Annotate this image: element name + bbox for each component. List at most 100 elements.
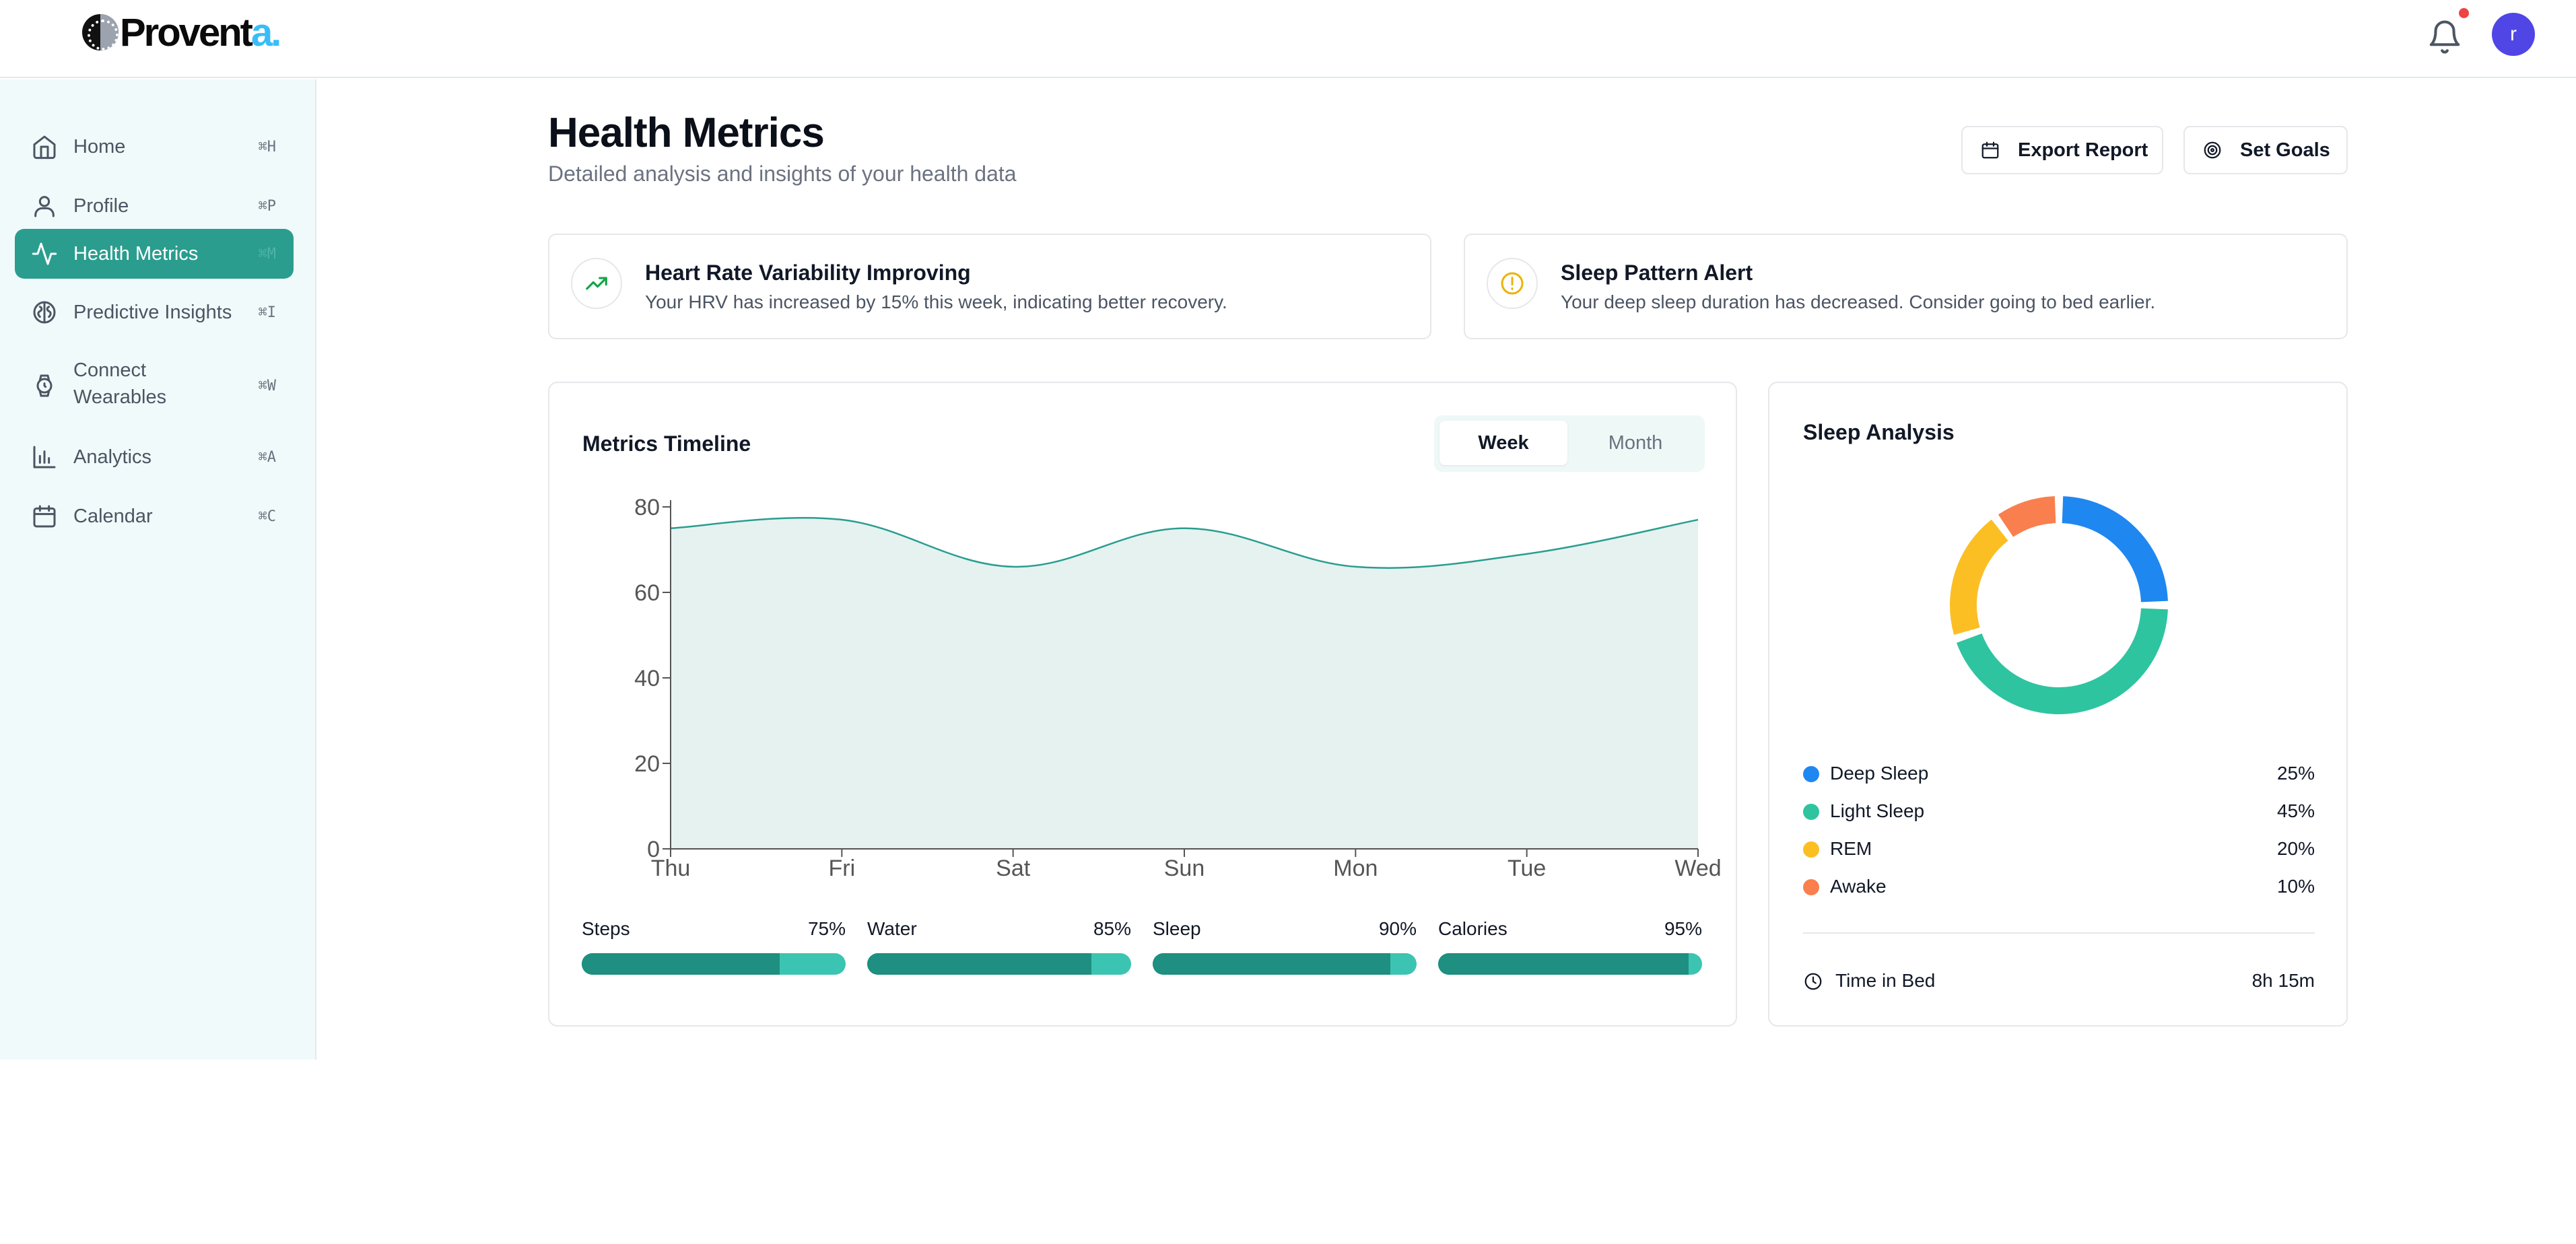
alert-message: Your deep sleep duration has decreased. … [1561, 291, 2156, 312]
x-tick-label: Sat [996, 856, 1031, 881]
sidebar-item-label: Predictive Insights [73, 302, 232, 323]
brand-name-main: Provent [120, 10, 253, 55]
metrics-timeline-card: Metrics Timeline Week Month 80 60 40 20 0 Thu… [548, 382, 1737, 1027]
y-tick-label: 20 [634, 751, 660, 777]
brand-name-accent: a. [250, 10, 281, 55]
legend-deep-sleep: Deep Sleep 25% [1803, 760, 2315, 787]
time-in-bed-label: Time in Bed [1835, 970, 1936, 991]
page-title: Health Metrics [548, 110, 825, 156]
watch-icon [36, 374, 53, 397]
sidebar: Home ⌘H Profile ⌘P Health Metrics ⌘M Pre… [0, 79, 316, 1060]
shortcut-hint: ⌘A [258, 449, 277, 466]
x-tick-label: Fri [829, 856, 856, 881]
sidebar-item-label: Health Metrics [73, 243, 199, 265]
progress-fill [582, 953, 780, 975]
export-report-button[interactable]: Export Report [1961, 126, 2163, 174]
brand-logo[interactable]: Proventa. [82, 10, 281, 55]
alert-icon-circle [571, 258, 622, 309]
alert-card-sleep: Sleep Pattern Alert Your deep sleep dura… [1464, 234, 2348, 339]
activity-icon [32, 242, 57, 265]
legend-value: 25% [2276, 763, 2315, 784]
brain-logo-icon [82, 14, 118, 50]
sidebar-item-label: Analytics [73, 446, 152, 468]
target-icon [2204, 141, 2221, 159]
legend-value: 45% [2276, 800, 2315, 821]
y-tick-label: 80 [634, 495, 660, 520]
sidebar-item-health-metrics[interactable]: Health Metrics ⌘M [15, 229, 294, 279]
alert-message: Your HRV has increased by 15% this week,… [645, 291, 1227, 312]
avatar[interactable]: r [2492, 13, 2535, 56]
legend-label: Deep Sleep [1830, 763, 1929, 784]
legend-value: 10% [2276, 876, 2315, 897]
progress-label: Calories [1438, 918, 1507, 939]
progress-label: Sleep [1153, 918, 1201, 939]
set-goals-button[interactable]: Set Goals [2183, 126, 2348, 174]
time-in-bed-row: Time in Bed 8h 15m [1803, 967, 2315, 994]
legend-value: 20% [2276, 838, 2315, 859]
avatar-initial: r [2510, 23, 2517, 45]
shortcut-hint: ⌘I [258, 304, 277, 321]
sleep-analysis-card: Sleep Analysis Deep Sleep 25% Light Slee… [1768, 382, 2348, 1027]
home-icon [33, 135, 56, 160]
alert-title: Heart Rate Variability Improving [645, 261, 971, 285]
progress-track [1153, 953, 1417, 975]
set-goals-label: Set Goals [2240, 139, 2330, 161]
y-tick-label: 40 [634, 666, 660, 691]
legend-awake: Awake 10% [1803, 873, 2315, 900]
legend-light-sleep: Light Sleep 45% [1803, 798, 2315, 825]
shortcut-hint: ⌘C [258, 508, 277, 525]
legend-rem: REM 20% [1803, 835, 2315, 862]
sleep-donut-chart [1950, 496, 2168, 714]
bar-chart-icon [33, 446, 56, 469]
trending-up-icon [586, 277, 607, 290]
shortcut-hint: ⌘M [258, 246, 277, 263]
legend-dot [1803, 804, 1819, 820]
progress-value: 90% [1378, 918, 1417, 939]
alert-circle-icon [1501, 272, 1524, 295]
sidebar-item-calendar[interactable]: Calendar ⌘C [15, 489, 294, 543]
sidebar-item-label: Connect Wearables [73, 359, 167, 408]
sidebar-item-home[interactable]: Home ⌘H [15, 120, 294, 174]
notification-badge [2459, 8, 2469, 18]
series-area [671, 518, 1698, 849]
sidebar-item-predictive-insights[interactable]: Predictive Insights ⌘I [15, 285, 294, 339]
page-subtitle: Detailed analysis and insights of your h… [548, 162, 1017, 186]
donut-slice-rem [1950, 519, 2008, 635]
sidebar-item-label: Calendar [73, 506, 153, 527]
user-icon [34, 196, 55, 217]
shortcut-hint: ⌘P [258, 198, 277, 215]
legend-label: Light Sleep [1830, 800, 1925, 821]
y-tick-label: 60 [634, 580, 660, 606]
sidebar-item-connect-wearables[interactable]: Connect Wearables ⌘W [15, 349, 294, 423]
alert-icon-circle [1487, 258, 1538, 309]
shortcut-hint: ⌘W [258, 378, 277, 394]
brand-name: Proventa. [120, 10, 281, 55]
legend-dot [1803, 841, 1819, 858]
calendar-icon [1981, 141, 1999, 159]
x-tick-label: Mon [1333, 856, 1378, 881]
progress-track [1438, 953, 1702, 975]
legend-label: REM [1830, 838, 1872, 859]
donut-slice-light-sleep [1956, 608, 2168, 714]
sidebar-item-profile[interactable]: Profile ⌘P [15, 179, 294, 233]
shortcut-hint: ⌘H [258, 139, 277, 156]
x-tick-label: Wed [1674, 856, 1721, 881]
brain-icon [33, 301, 56, 324]
progress-track [582, 953, 846, 975]
x-tick-label: Thu [651, 856, 691, 881]
donut-slice-deep-sleep [2062, 496, 2168, 602]
sidebar-item-analytics[interactable]: Analytics ⌘A [15, 430, 294, 484]
progress-fill [1153, 953, 1390, 975]
legend-label: Awake [1830, 876, 1887, 897]
legend-dot [1803, 879, 1819, 895]
alert-card-hrv: Heart Rate Variability Improving Your HR… [548, 234, 1431, 339]
divider [1803, 932, 2315, 934]
legend-dot [1803, 766, 1819, 782]
donut-slice-awake [1998, 496, 2056, 537]
calendar-icon [33, 505, 56, 528]
time-in-bed-value: 8h 15m [2251, 970, 2315, 991]
progress-label: Steps [582, 918, 630, 939]
bell-icon[interactable] [2427, 19, 2463, 55]
progress-value: 85% [1093, 918, 1131, 939]
progress-fill [1438, 953, 1689, 975]
